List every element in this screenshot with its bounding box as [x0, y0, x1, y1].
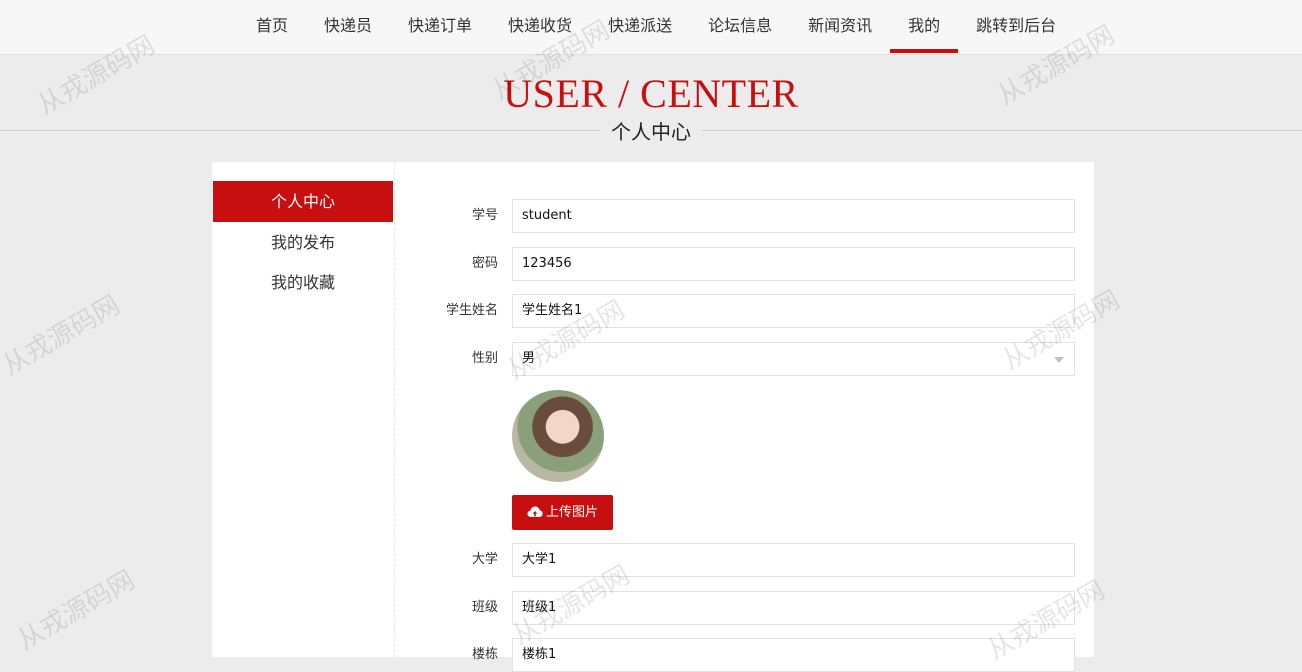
nav-home[interactable]: 首页: [238, 0, 306, 54]
form-row-student-id: 学号 student: [412, 199, 1076, 233]
gender-select-value: 男: [522, 351, 536, 366]
watermark: 从戎源码网: [12, 565, 141, 657]
name-label: 学生姓名: [445, 303, 498, 318]
university-input[interactable]: 大学1: [512, 543, 1075, 577]
nav-receiving[interactable]: 快递收货: [490, 0, 590, 54]
university-label: 大学: [471, 552, 498, 567]
nav-orders[interactable]: 快递订单: [390, 0, 490, 54]
chevron-down-icon: [1054, 357, 1064, 363]
user-center-card: 个人中心 我的发布 我的收藏 学号 student 密码 123456 学生姓名…: [212, 162, 1094, 672]
nav-items: 首页 快递员 快递订单 快递收货 快递派送 论坛信息 新闻资讯 我的 跳转到后台: [238, 0, 1074, 54]
form-row-class: 班级 班级1: [412, 591, 1076, 625]
gender-label: 性别: [471, 351, 498, 366]
form-row-password: 密码 123456: [412, 247, 1076, 281]
form-row-name: 学生姓名 学生姓名1: [412, 294, 1076, 328]
page-subtitle: 个人中心: [600, 116, 702, 145]
upload-image-label: 上传图片: [545, 505, 598, 520]
upload-image-button[interactable]: 上传图片: [512, 495, 613, 530]
password-input[interactable]: 123456: [512, 247, 1075, 281]
sidebar-item-profile[interactable]: 个人中心: [213, 181, 393, 222]
name-input[interactable]: 学生姓名1: [512, 294, 1075, 328]
sidebar-item-my-posts[interactable]: 我的发布: [213, 222, 393, 263]
building-input[interactable]: 楼栋1: [512, 638, 1075, 672]
top-nav: 首页 快递员 快递订单 快递收货 快递派送 论坛信息 新闻资讯 我的 跳转到后台: [0, 0, 1302, 55]
sidebar: 个人中心 我的发布 我的收藏: [212, 162, 395, 657]
nav-admin[interactable]: 跳转到后台: [958, 0, 1074, 54]
form-row-building: 楼栋 楼栋1: [412, 638, 1076, 672]
watermark: 从戎源码网: [0, 290, 126, 382]
nav-delivery[interactable]: 快递派送: [590, 0, 690, 54]
cloud-upload-icon: [527, 506, 543, 517]
gender-select[interactable]: 男: [512, 342, 1075, 376]
nav-forum[interactable]: 论坛信息: [690, 0, 790, 54]
page-title: USER / CENTER: [503, 71, 799, 116]
nav-mine[interactable]: 我的: [890, 0, 959, 54]
building-label: 楼栋: [471, 647, 498, 662]
form-row-university: 大学 大学1: [412, 543, 1076, 577]
nav-courier[interactable]: 快递员: [306, 0, 390, 54]
class-input[interactable]: 班级1: [512, 591, 1075, 625]
sidebar-item-favorites[interactable]: 我的收藏: [213, 262, 393, 303]
student-id-label: 学号: [471, 208, 498, 223]
form-row-gender: 性别 男: [412, 342, 1076, 376]
avatar: [512, 390, 604, 482]
class-label: 班级: [471, 600, 498, 615]
student-id-input[interactable]: student: [512, 199, 1075, 233]
password-label: 密码: [471, 256, 498, 271]
nav-news[interactable]: 新闻资讯: [790, 0, 890, 54]
